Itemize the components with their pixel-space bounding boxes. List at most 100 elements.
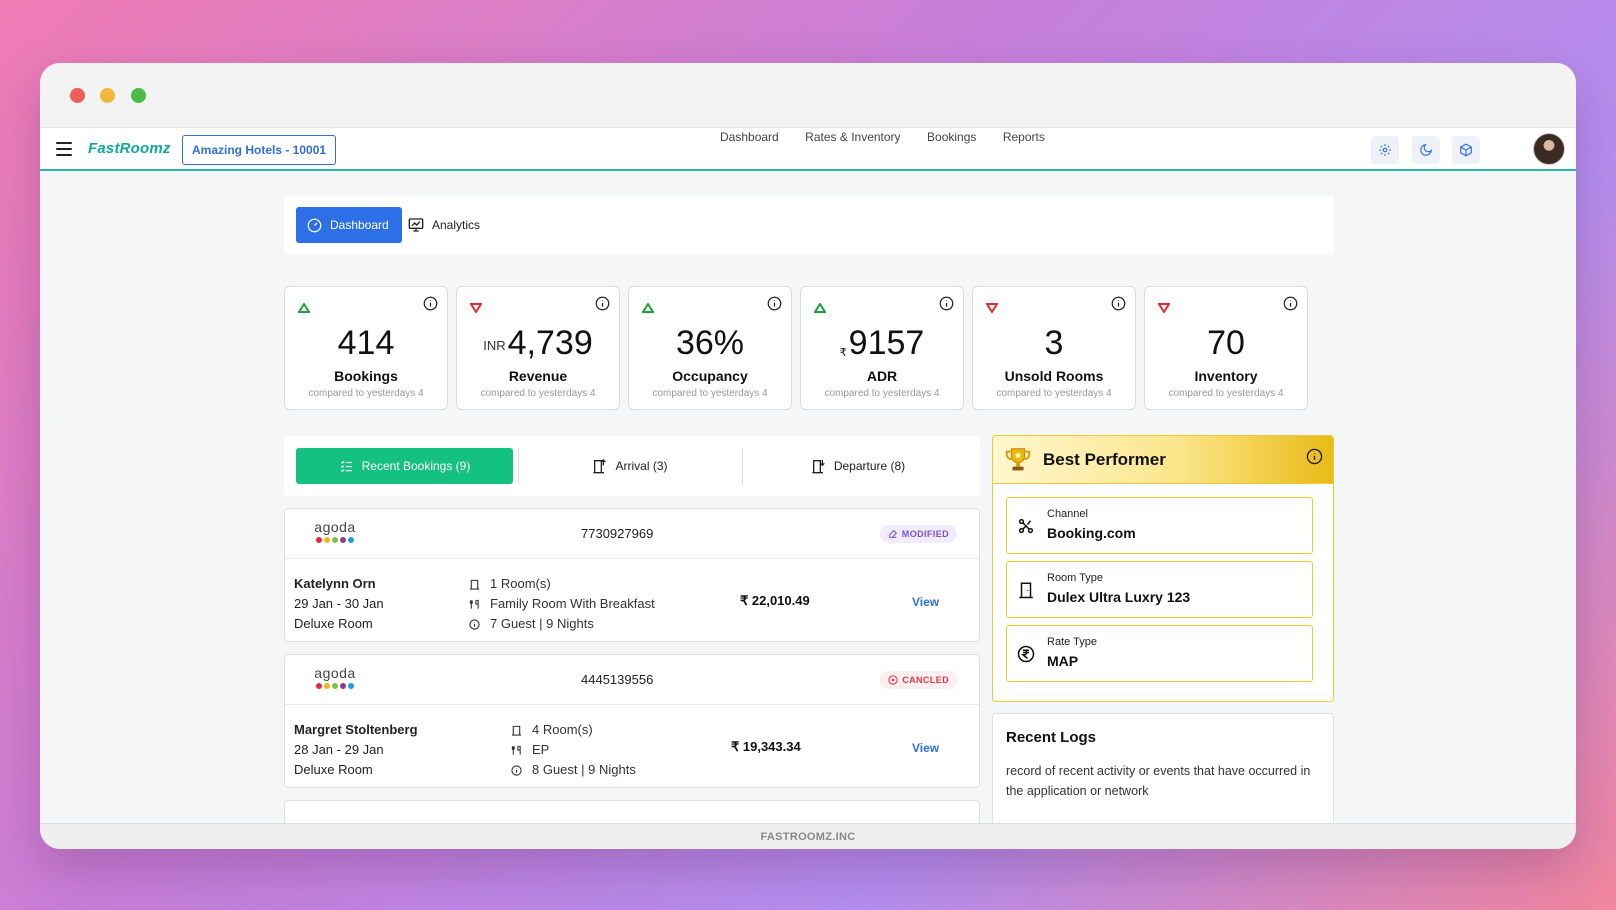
booking-id: 4445139556 bbox=[581, 672, 654, 687]
booking-card: agoda 7730927969 MODIFIED Katelynn Orn 2… bbox=[284, 508, 980, 642]
info-icon[interactable] bbox=[595, 296, 610, 311]
stat-label: Occupancy bbox=[672, 368, 748, 384]
settings-button[interactable] bbox=[1371, 136, 1399, 164]
best-room-type-value: Dulex Ultra Luxry 123 bbox=[1047, 589, 1191, 605]
meal-icon bbox=[469, 599, 479, 609]
avatar[interactable] bbox=[1533, 133, 1565, 165]
booking-header: agoda 4445139556 CANCLED bbox=[285, 655, 979, 705]
trend-up-icon bbox=[814, 303, 826, 313]
room-count: 1 Room(s) bbox=[490, 576, 551, 591]
best-performer-panel: Best Performer Channel Booking.com Room … bbox=[992, 435, 1334, 702]
meal-plan: Family Room With Breakfast bbox=[490, 596, 655, 611]
stat-label: ADR bbox=[866, 368, 898, 384]
info-icon[interactable] bbox=[1306, 448, 1323, 465]
tab-divider bbox=[742, 448, 743, 484]
title-bar bbox=[40, 63, 1576, 127]
nav-reports[interactable]: Reports bbox=[1003, 130, 1045, 144]
best-rate-type-label: Rate Type bbox=[1047, 636, 1097, 648]
stat-value: ₹9157 bbox=[839, 324, 925, 362]
footer: FASTROOMZ.INC bbox=[40, 823, 1576, 849]
booking-id: 7730927969 bbox=[581, 526, 654, 541]
recent-logs-title: Recent Logs bbox=[1006, 729, 1097, 746]
guest-name: Katelynn Orn bbox=[294, 576, 376, 591]
trend-down-icon bbox=[470, 303, 482, 313]
room-count: 4 Room(s) bbox=[532, 722, 593, 737]
cancel-circle-icon bbox=[888, 675, 898, 685]
info-icon[interactable] bbox=[1111, 296, 1126, 311]
tab-arrival[interactable]: Arrival (3) bbox=[524, 448, 736, 484]
nav-rates-inventory[interactable]: Rates & Inventory bbox=[805, 130, 900, 144]
menu-icon[interactable] bbox=[56, 142, 72, 156]
view-tabs: Dashboard Analytics bbox=[284, 195, 1334, 255]
monitor-chart-icon bbox=[408, 218, 424, 232]
info-icon[interactable] bbox=[1283, 296, 1298, 311]
info-icon[interactable] bbox=[423, 296, 438, 311]
best-room-type-label: Room Type bbox=[1047, 572, 1104, 584]
status-badge: MODIFIED bbox=[879, 525, 957, 543]
stat-comparison: compared to yesterdays 4 bbox=[308, 388, 424, 399]
tab-recent-bookings[interactable]: Recent Bookings (9) bbox=[296, 448, 513, 484]
stat-card-adr: ₹9157 ADR compared to yesterdays 4 bbox=[800, 286, 964, 410]
booking-card: agoda 4445139556 CANCLED Margret Stolten… bbox=[284, 654, 980, 788]
cube-icon bbox=[1460, 143, 1472, 157]
theme-toggle-button[interactable] bbox=[1412, 136, 1440, 164]
info-icon[interactable] bbox=[939, 296, 954, 311]
tab-dashboard[interactable]: Dashboard bbox=[296, 207, 402, 243]
booking-list-tabs: Recent Bookings (9) Arrival (3) Departur… bbox=[284, 436, 980, 496]
tab-departure[interactable]: Departure (8) bbox=[748, 448, 968, 484]
rupee-icon bbox=[1017, 645, 1035, 663]
stay-dates: 29 Jan - 30 Jan bbox=[294, 596, 384, 611]
room-category: Deluxe Room bbox=[294, 762, 373, 777]
door-icon bbox=[511, 725, 522, 736]
channel-icon bbox=[1018, 518, 1034, 534]
stat-value: 414 bbox=[337, 324, 395, 362]
guest-nights: 8 Guest | 9 Nights bbox=[532, 762, 636, 777]
recent-logs-description: record of recent activity or events that… bbox=[1006, 764, 1311, 798]
trend-up-icon bbox=[298, 303, 310, 313]
stat-label: Bookings bbox=[334, 368, 398, 384]
gear-icon bbox=[1379, 144, 1391, 156]
best-channel-value: Booking.com bbox=[1047, 525, 1136, 541]
main-content: Dashboard Analytics 414 Bookings compare… bbox=[40, 173, 1576, 823]
best-performer-title: Best Performer bbox=[1043, 450, 1166, 469]
best-channel-label: Channel bbox=[1047, 508, 1088, 520]
view-booking-link[interactable]: View bbox=[912, 595, 939, 609]
info-icon[interactable] bbox=[767, 296, 782, 311]
nav-bookings[interactable]: Bookings bbox=[927, 130, 976, 144]
agoda-logo: agoda bbox=[311, 520, 359, 543]
tab-analytics[interactable]: Analytics bbox=[408, 207, 480, 243]
info-icon bbox=[469, 618, 480, 630]
stat-label: Revenue bbox=[508, 368, 568, 384]
close-window-button[interactable] bbox=[70, 88, 85, 103]
stat-label: Inventory bbox=[1194, 368, 1258, 384]
moon-icon bbox=[1420, 143, 1433, 156]
stat-comparison: compared to yesterdays 4 bbox=[996, 388, 1112, 399]
stat-card-occupancy: 36% Occupancy compared to yesterdays 4 bbox=[628, 286, 792, 410]
minimize-window-button[interactable] bbox=[100, 88, 115, 103]
best-channel: Channel Booking.com bbox=[1006, 497, 1313, 554]
stat-comparison: compared to yesterdays 4 bbox=[1168, 388, 1284, 399]
tab-arrival-label: Arrival (3) bbox=[615, 459, 668, 473]
booking-details: 4 Room(s) EP 8 Guest | 9 Nights bbox=[511, 720, 636, 780]
package-button[interactable] bbox=[1452, 136, 1480, 164]
maximize-window-button[interactable] bbox=[131, 88, 146, 103]
stat-card-bookings: 414 Bookings compared to yesterdays 4 bbox=[284, 286, 448, 410]
trophy-icon bbox=[1005, 448, 1031, 471]
best-rate-type-value: MAP bbox=[1047, 653, 1079, 669]
tab-dashboard-label: Dashboard bbox=[330, 218, 389, 232]
hotel-selector[interactable]: Amazing Hotels - 10001 bbox=[182, 135, 337, 165]
edit-icon bbox=[888, 529, 897, 538]
meal-plan: EP bbox=[532, 742, 550, 757]
guest-info: Margret Stoltenberg 28 Jan - 29 Jan Delu… bbox=[294, 720, 418, 780]
view-booking-link[interactable]: View bbox=[912, 741, 939, 755]
speedometer-icon bbox=[307, 218, 322, 232]
status-badge: CANCLED bbox=[880, 671, 957, 689]
recent-logs-panel: Recent Logs record of recent activity or… bbox=[992, 713, 1334, 823]
door-icon bbox=[1019, 582, 1033, 599]
trend-up-icon bbox=[642, 303, 654, 313]
nav-dashboard[interactable]: Dashboard bbox=[720, 130, 779, 144]
stat-card-revenue: INR4,739 Revenue compared to yesterdays … bbox=[456, 286, 620, 410]
guest-nights: 7 Guest | 9 Nights bbox=[490, 616, 594, 631]
top-navbar: FastRoomz Amazing Hotels - 10001 Dashboa… bbox=[40, 127, 1576, 171]
app-logo[interactable]: FastRoomz bbox=[88, 140, 171, 157]
